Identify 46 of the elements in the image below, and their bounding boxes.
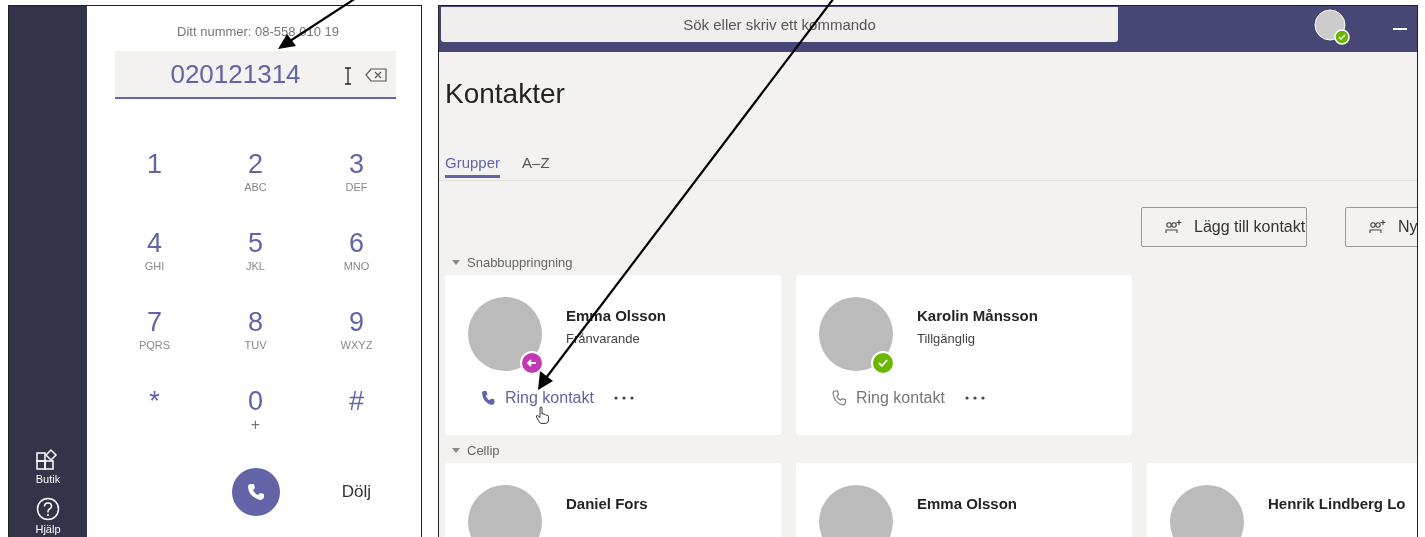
dial-key[interactable]: 2 ABC <box>205 149 306 228</box>
dial-key[interactable]: * <box>104 386 205 465</box>
pointer-hand-icon <box>535 406 549 424</box>
call-contact-link[interactable]: Ring kontakt <box>481 389 594 407</box>
contact-status: Tillgänglig <box>917 331 977 346</box>
dial-key[interactable]: 7 PQRS <box>104 307 205 386</box>
arrow-icon <box>526 357 538 369</box>
caret-icon[interactable] <box>452 447 460 453</box>
hide-button[interactable]: Dölj <box>339 480 374 504</box>
sidebar-item[interactable]: Hjälp <box>35 497 61 535</box>
number-field[interactable]: 020121314 <box>115 51 396 99</box>
phone-icon <box>245 482 266 502</box>
page-title: Kontakter <box>445 78 566 110</box>
dial-key[interactable]: 9 WXYZ <box>306 307 407 386</box>
call-button[interactable] <box>231 468 280 516</box>
dial-key[interactable]: 4 GHI <box>104 228 205 307</box>
people-add-icon <box>1164 219 1184 235</box>
dial-key[interactable]: 0 + <box>205 386 306 465</box>
sidebar-item[interactable]: Butik <box>35 447 61 485</box>
group-label: Snabbuppringning <box>467 254 573 270</box>
dial-key[interactable]: 3 DEF <box>306 149 407 228</box>
call-contact-link[interactable]: Ring kontakt <box>832 389 945 407</box>
contact-name: Karolin Månsson <box>917 307 1038 324</box>
more-options-icon[interactable] <box>964 396 985 400</box>
tab[interactable]: A–Z <box>522 154 550 178</box>
add-contact-button[interactable]: Ny <box>1345 207 1417 247</box>
dial-key[interactable]: 5 JKL <box>205 228 306 307</box>
dial-key[interactable]: 1 <box>104 149 205 228</box>
contact-name: Emma Olsson <box>917 495 1018 512</box>
people-add-icon <box>1368 219 1388 235</box>
contact-name: Henrik Lindberg Lo <box>1268 495 1406 512</box>
more-options-icon[interactable] <box>613 396 634 400</box>
contact-name: Daniel Fors <box>566 495 648 512</box>
phone-icon <box>832 390 846 406</box>
caret-icon[interactable] <box>452 259 460 265</box>
group-label: Cellip <box>467 442 500 458</box>
dial-key[interactable]: 8 TUV <box>205 307 306 386</box>
phone-icon <box>481 390 495 406</box>
backspace-icon[interactable] <box>365 68 387 82</box>
dial-key[interactable]: 6 MNO <box>306 228 407 307</box>
help-icon <box>35 497 61 521</box>
checkmark-icon <box>877 357 889 369</box>
avatar-with-status-icon <box>1314 9 1350 45</box>
dial-key[interactable]: # <box>306 386 407 465</box>
add-contact-button[interactable]: Lägg till kontakt <box>1141 207 1307 247</box>
text-cursor-icon <box>343 67 353 85</box>
